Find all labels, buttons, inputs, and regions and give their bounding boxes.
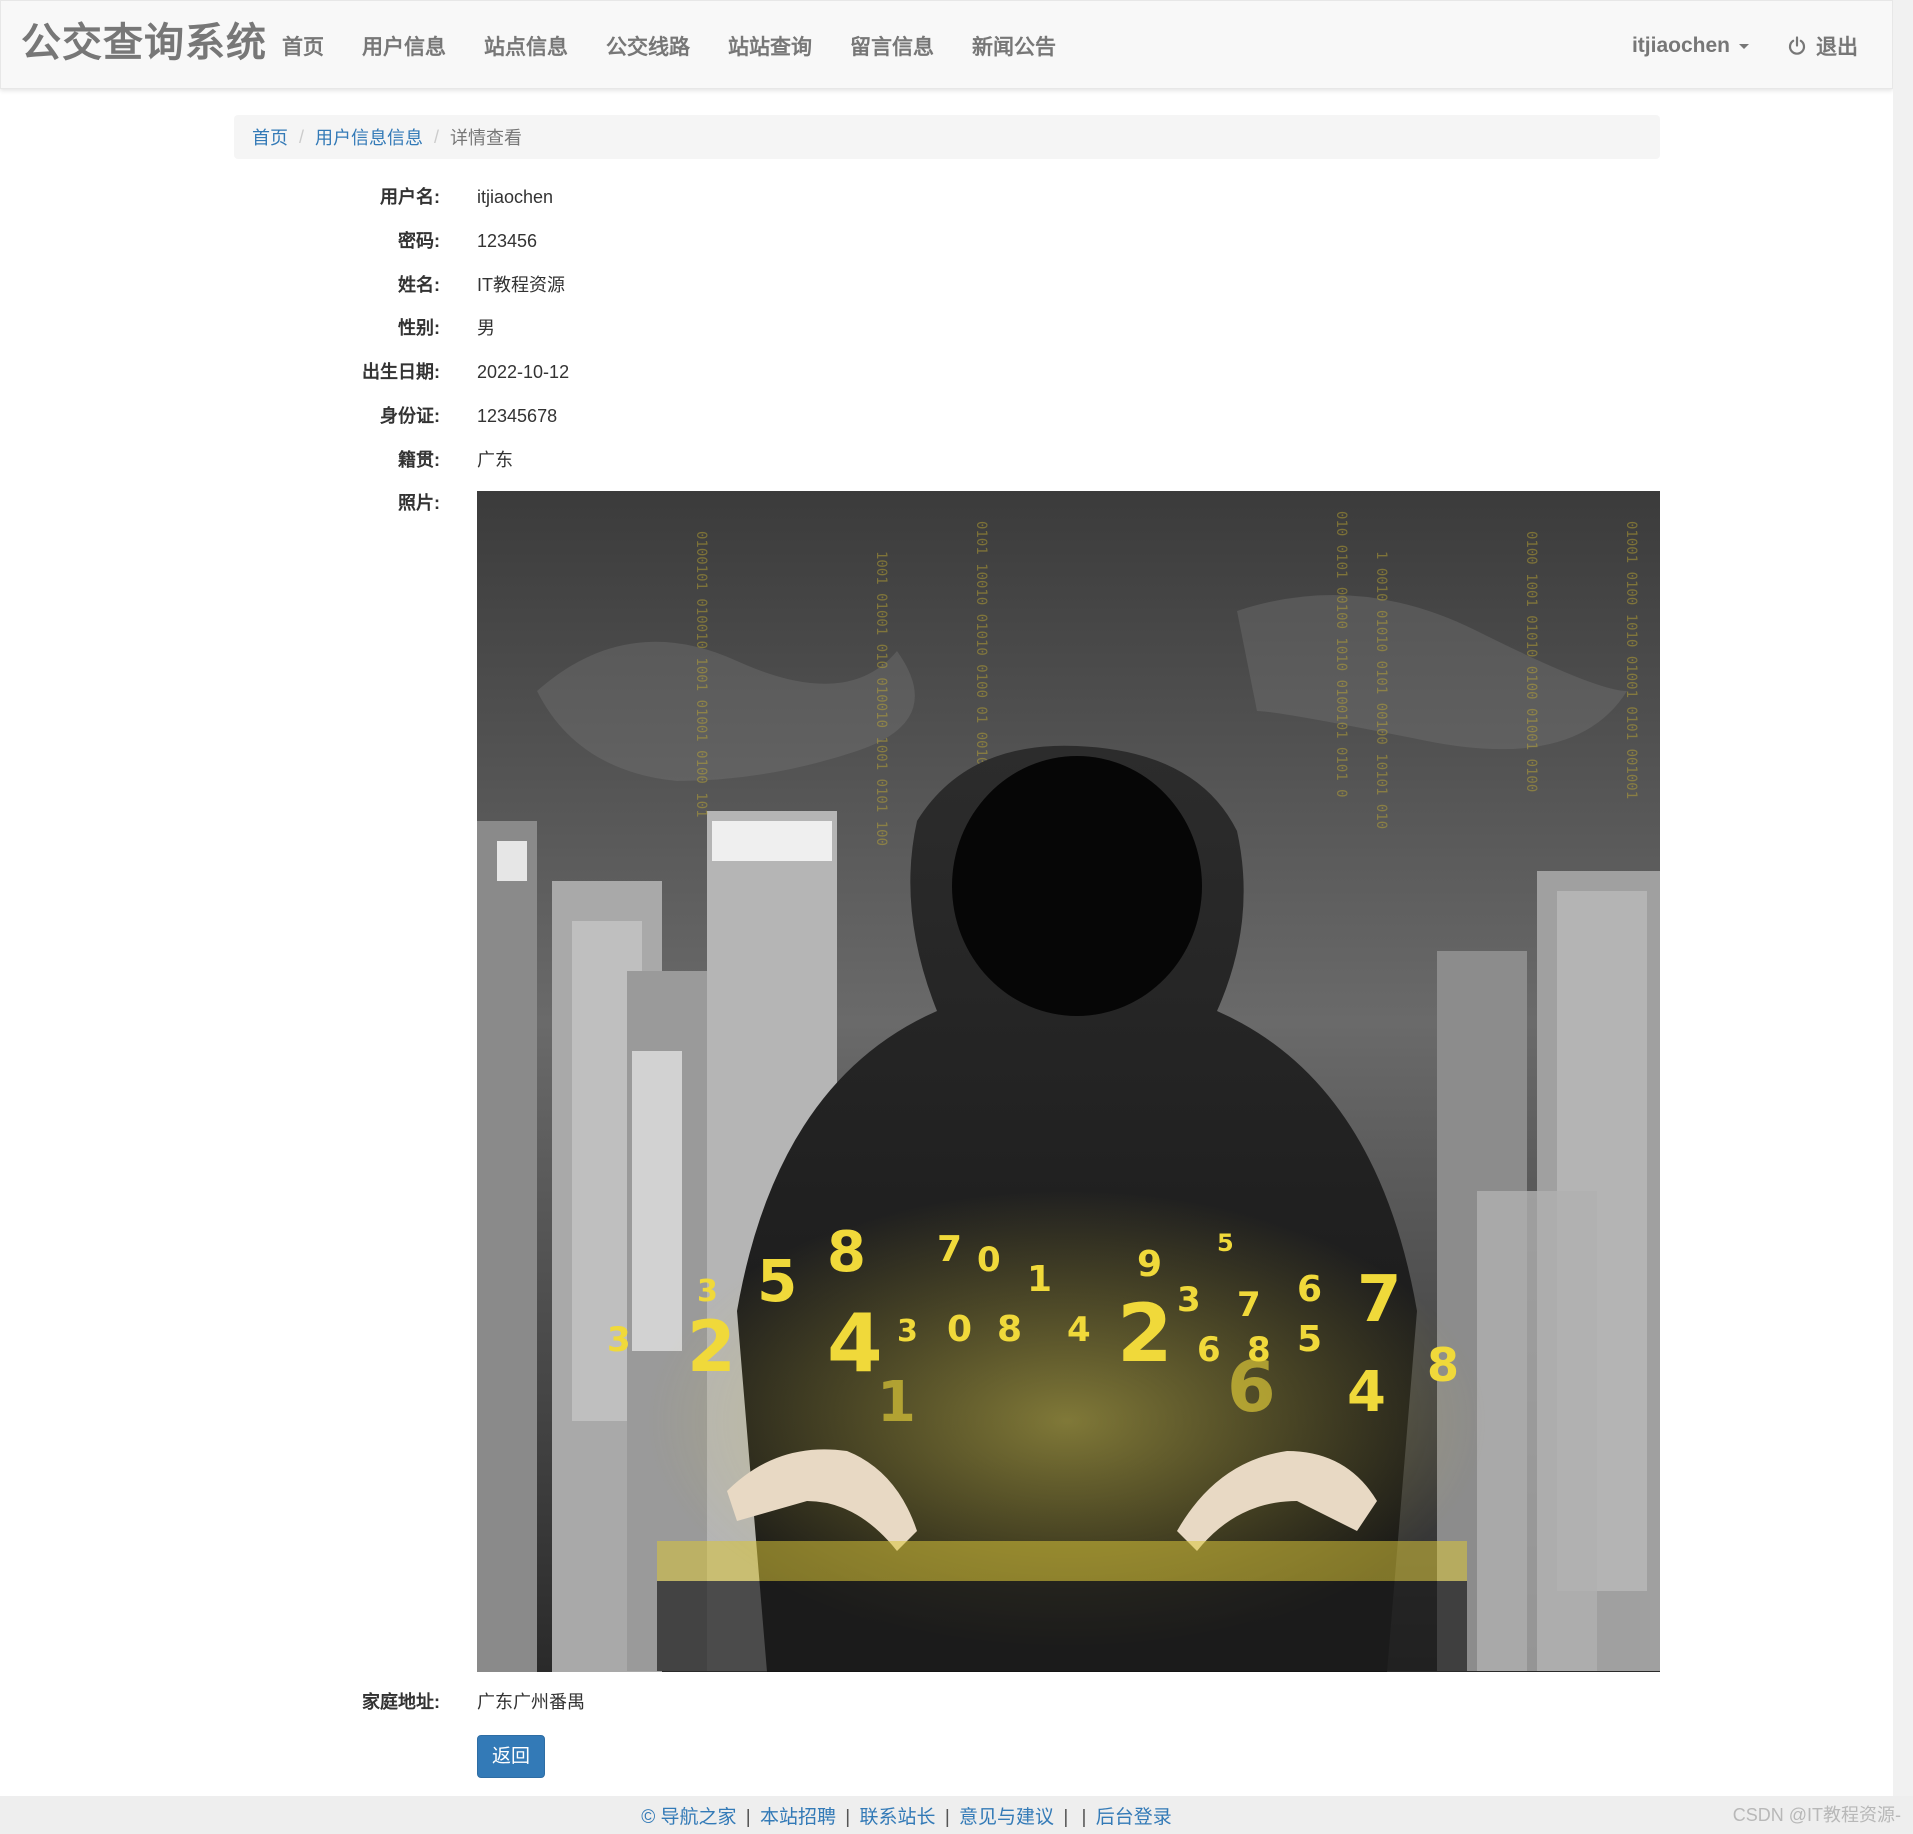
svg-text:4: 4 [1347,1360,1386,1425]
logout-label: 退出 [1816,35,1858,59]
detail-row-birthdate: 出生日期: 2022-10-12 [234,358,1660,386]
detail-label: 照片: [398,493,440,513]
svg-text:8: 8 [1427,1338,1459,1392]
footer-link-admin-login[interactable]: 后台登录 [1096,1807,1172,1828]
svg-text:3: 3 [1177,1280,1201,1320]
user-name: itjiaochen [1631,33,1730,57]
svg-text:7: 7 [1237,1285,1261,1325]
top-navbar: 公交查询系统 首页 用户信息 站点信息 公交线路 站站查询 留言信息 新闻公告 … [0,0,1893,89]
detail-row-username: 用户名: itjiaochen [234,183,1660,211]
footer-links: © 导航之家 | 本站招聘 | 联系站长 | 意见与建议 | | 后台登录 [641,1802,1172,1829]
detail-row-password: 密码: 123456 [234,227,1660,255]
svg-text:0: 0 [947,1309,972,1350]
breadcrumb-separator: / [434,126,440,147]
caret-down-icon [1739,44,1749,49]
detail-row-id-card: 身份证: 12345678 [234,402,1660,430]
detail-label: 密码: [398,231,440,251]
svg-text:8: 8 [997,1309,1022,1350]
scrollbar-track[interactable] [1893,0,1913,1834]
svg-text:6: 6 [1297,1269,1322,1310]
svg-text:2: 2 [1117,1287,1173,1380]
nav-item-station-info[interactable]: 站点信息 [465,31,587,61]
svg-text:5: 5 [1217,1229,1234,1257]
detail-label: 家庭地址: [362,1692,440,1712]
user-photo: 0100101 010010 1001 01001 0100 101 1001 … [477,491,1660,1672]
svg-text:9: 9 [1137,1244,1162,1285]
svg-text:6: 6 [1197,1330,1221,1370]
detail-label: 姓名: [398,275,440,295]
detail-value: itjiaochen [477,187,554,207]
breadcrumb: 首页 / 用户信息信息 / 详情查看 [234,115,1660,159]
footer: © 导航之家 | 本站招聘 | 联系站长 | 意见与建议 | | 后台登录 [0,1796,1913,1834]
svg-text:0101 10010 01010 0100 01 00101: 0101 10010 01010 0100 01 0010101 [973,521,989,791]
detail-row-gender: 性别: 男 [234,314,1660,342]
svg-text:1: 1 [877,1370,916,1435]
footer-link-contact[interactable]: 联系站长 [860,1807,936,1828]
detail-label: 性别: [398,318,440,338]
breadcrumb-user-info[interactable]: 用户信息信息 [315,124,423,150]
detail-value: 12345678 [477,406,558,426]
footer-link-home[interactable]: © 导航之家 [641,1807,736,1828]
power-icon [1788,35,1806,55]
svg-text:1: 1 [1027,1259,1052,1300]
back-button[interactable]: 返回 [477,1735,545,1778]
detail-label: 用户名: [380,187,440,207]
footer-separator: | [745,1806,751,1828]
detail-value: 2022-10-12 [477,362,570,382]
footer-link-recruit[interactable]: 本站招聘 [760,1807,836,1828]
main-nav: 首页 用户信息 站点信息 公交线路 站站查询 留言信息 新闻公告 [263,1,1075,90]
svg-text:4: 4 [827,1297,883,1390]
svg-text:0: 0 [977,1240,1001,1280]
svg-text:3: 3 [697,1274,718,1309]
svg-text:0100 1001 01010 0100 01001 010: 0100 1001 01010 0100 01001 0100 [1523,531,1539,792]
nav-item-user-info[interactable]: 用户信息 [343,31,465,61]
detail-value: 广东 [477,450,513,470]
svg-text:1 0010 01010 0101 00100 10101: 1 0010 01010 0101 00100 10101 010 [1373,551,1389,829]
svg-text:5: 5 [1297,1319,1322,1360]
nav-right: itjiaochen 退出 [1632,1,1858,90]
svg-text:4: 4 [1067,1310,1091,1350]
csdn-watermark: CSDN @IT教程资源- [1732,1805,1901,1825]
breadcrumb-separator: / [299,126,305,147]
detail-row-hometown: 籍贯: 广东 [234,446,1660,474]
detail-value: 123456 [477,231,538,251]
svg-text:3: 3 [607,1320,631,1360]
detail-value: IT教程资源 [477,275,565,295]
svg-text:3: 3 [897,1314,918,1349]
hooded-hacker-image: 0100101 010010 1001 01001 0100 101 1001 … [477,491,1660,1672]
breadcrumb-home[interactable]: 首页 [252,124,288,150]
footer-link-feedback[interactable]: 意见与建议 [959,1807,1054,1828]
svg-text:5: 5 [757,1247,797,1315]
user-dropdown[interactable]: itjiaochen [1632,34,1749,58]
footer-separator: | [944,1806,950,1828]
nav-item-station-query[interactable]: 站站查询 [709,31,831,61]
footer-separator: | [1063,1806,1069,1828]
nav-item-news[interactable]: 新闻公告 [953,31,1075,61]
svg-text:7: 7 [1357,1263,1402,1337]
svg-text:7: 7 [937,1229,962,1270]
breadcrumb-current: 详情查看 [450,128,523,148]
detail-label: 籍贯: [398,450,440,470]
nav-item-bus-routes[interactable]: 公交线路 [587,31,709,61]
svg-text:1001 01001 010 010010 1001 010: 1001 01001 010 010010 1001 0101 100 [873,551,889,846]
detail-value: 广东广州番禺 [477,1692,585,1712]
detail-value: 男 [477,318,495,338]
logout-button[interactable]: 退出 [1787,31,1858,61]
detail-label: 出生日期: [362,362,440,382]
footer-separator: | [1081,1806,1087,1828]
site-brand[interactable]: 公交查询系统 [21,1,267,90]
detail-row-name: 姓名: IT教程资源 [234,271,1660,299]
svg-text:0100101 010010 1001 01001 0100: 0100101 010010 1001 01001 0100 101 [693,531,709,818]
svg-text:6: 6 [1227,1346,1276,1428]
nav-item-home[interactable]: 首页 [263,31,343,61]
nav-item-messages[interactable]: 留言信息 [831,31,953,61]
svg-text:01001 0100 1010 01001 0101 001: 01001 0100 1010 01001 0101 001001 [1623,521,1639,799]
svg-text:8: 8 [827,1220,866,1285]
svg-text:010 0101 00100 1010 0100101 01: 010 0101 00100 1010 0100101 0101 0 [1333,511,1349,798]
detail-label: 身份证: [380,406,440,426]
svg-text:2: 2 [687,1306,736,1388]
detail-row-address: 家庭地址: 广东广州番禺 [234,1688,1660,1716]
footer-separator: | [845,1806,851,1828]
